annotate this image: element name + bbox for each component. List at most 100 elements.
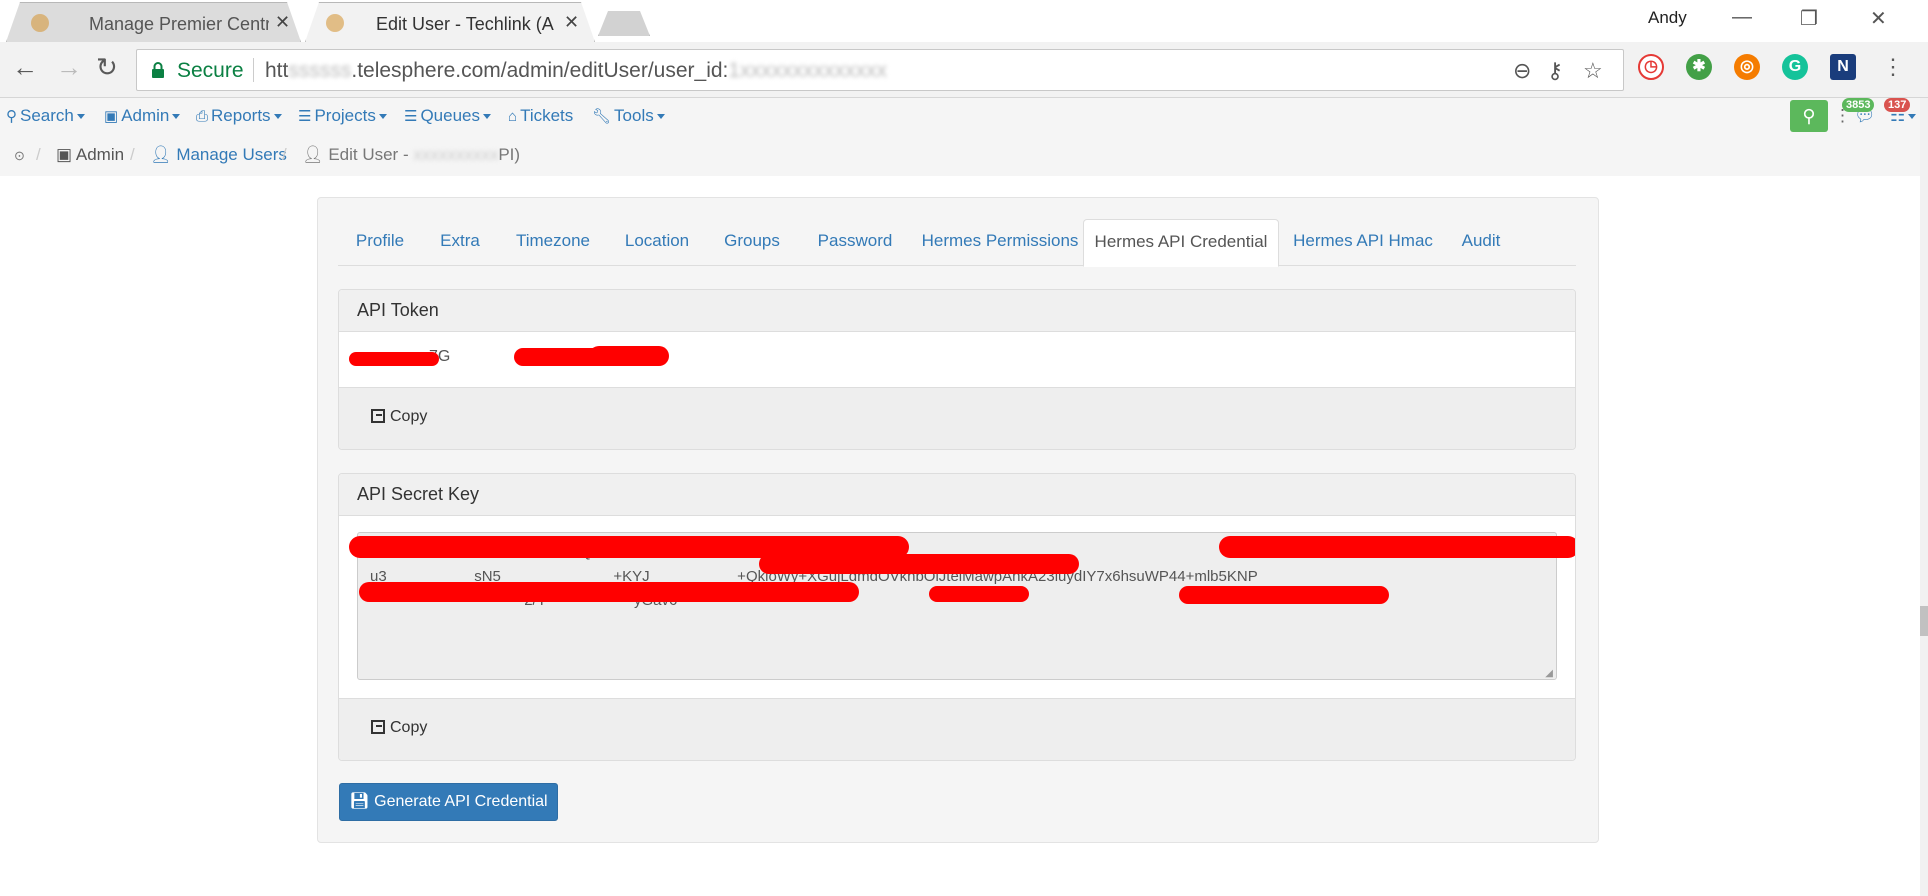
- url-redacted: 1xxxxxxxxxxxxxx: [728, 59, 888, 82]
- breadcrumb-label: Admin: [75, 145, 125, 164]
- minimize-icon[interactable]: —: [1732, 6, 1752, 29]
- tab-profile[interactable]: Profile: [338, 219, 422, 266]
- close-window-icon[interactable]: ✕: [1870, 6, 1887, 31]
- copy-icon: [371, 720, 385, 734]
- page-scrollbar[interactable]: [1920, 98, 1928, 896]
- browser-tab-edit-user[interactable]: Edit User - Techlink (A ✕: [305, 2, 595, 42]
- caret-down-icon: [378, 114, 387, 120]
- redaction-mark: [1219, 536, 1575, 558]
- nav-label: Tickets: [520, 106, 574, 125]
- caret-down-icon: [656, 114, 665, 120]
- list-icon: ☰: [404, 108, 418, 125]
- nav-label: Queues: [420, 106, 480, 125]
- caret-down-icon: [273, 114, 282, 120]
- caret-down-icon: [483, 114, 491, 120]
- resize-grip-icon[interactable]: ◢: [1545, 668, 1553, 679]
- print-icon: ⎙: [196, 108, 209, 125]
- tab-title: Edit User - Techlink (A: [376, 14, 554, 34]
- tab-hermes-permissions[interactable]: Hermes Permissions: [912, 219, 1088, 266]
- nav-label: Search: [20, 106, 74, 125]
- api-token-panel: API Token 7G Copy: [338, 289, 1576, 450]
- breadcrumb-manage-users[interactable]: 👤︎ Manage Users: [150, 145, 287, 165]
- tab-extra[interactable]: Extra: [422, 219, 498, 266]
- home-icon[interactable]: ⊙: [14, 148, 25, 164]
- breadcrumb-separator: /: [36, 145, 41, 164]
- search-icon: ⚲: [6, 108, 17, 125]
- copy-token-button[interactable]: Copy: [371, 408, 427, 426]
- browser-toolbar: ← → ↻ Secure httssssss.telesphere.com/ad…: [0, 42, 1928, 98]
- generate-api-credential-button[interactable]: 💾︎ Generate API Credential: [339, 783, 558, 821]
- favicon-icon: [326, 14, 344, 32]
- tab-groups[interactable]: Groups: [706, 219, 798, 266]
- menu-kebab-icon[interactable]: ⋮: [1882, 54, 1904, 80]
- button-label: Generate API Credential: [374, 793, 548, 810]
- zoom-icon[interactable]: ⊖: [1513, 58, 1531, 84]
- global-search-button[interactable]: ⚲: [1790, 100, 1828, 132]
- redaction-mark: [1179, 586, 1389, 604]
- breadcrumb-separator: /: [130, 145, 135, 164]
- key-icon[interactable]: ⚷: [1547, 58, 1563, 84]
- nav-admin[interactable]: ▣ Admin: [104, 106, 181, 126]
- url-text[interactable]: httssssss.telesphere.com/admin/editUser/…: [265, 59, 887, 83]
- address-bar[interactable]: Secure httssssss.telesphere.com/admin/ed…: [136, 49, 1624, 91]
- redaction-mark: [589, 346, 669, 366]
- redaction-mark: [349, 352, 439, 366]
- api-secret-heading: API Secret Key: [339, 474, 1575, 516]
- nav-tools[interactable]: 🔧︎ Tools: [592, 106, 665, 126]
- tab-location[interactable]: Location: [608, 219, 706, 266]
- user-tabs: Profile Extra Timezone Location Groups P…: [338, 219, 1576, 267]
- tab-hermes-api-hmac[interactable]: Hermes API Hmac: [1279, 219, 1447, 266]
- browser-profile-name[interactable]: Andy: [1648, 8, 1687, 28]
- tag-icon: ⌂: [508, 108, 518, 125]
- api-secret-panel: API Secret Key R bs60Q/U TixCSNc u3 sN5 …: [338, 473, 1576, 761]
- breadcrumb-label: Manage Users: [176, 145, 287, 164]
- list-alt-icon: ☰: [298, 108, 312, 125]
- tab-password[interactable]: Password: [798, 219, 912, 266]
- favicon-icon: [31, 14, 49, 32]
- copy-label: Copy: [390, 719, 428, 736]
- nav-label: Admin: [121, 106, 170, 125]
- breadcrumb: ⊙ / ▣ Admin / 👤︎ Manage Users / 👤︎ Edit …: [0, 136, 1920, 176]
- nav-tickets[interactable]: ⌂ Tickets: [508, 106, 573, 126]
- save-icon: 💾︎: [349, 793, 375, 810]
- clock-icon[interactable]: ◷: [1638, 54, 1664, 80]
- tab-hermes-api-credential[interactable]: Hermes API Credential: [1083, 219, 1279, 267]
- nav-label: Projects: [314, 106, 376, 125]
- close-tab-icon[interactable]: ✕: [564, 12, 579, 33]
- new-tab-button[interactable]: [598, 11, 650, 36]
- n-icon[interactable]: N: [1830, 54, 1856, 80]
- nav-search[interactable]: ⚲ Search: [6, 106, 85, 126]
- api-secret-footer: Copy: [339, 698, 1575, 760]
- star-icon[interactable]: ☆: [1583, 58, 1603, 84]
- breadcrumb-admin[interactable]: ▣ Admin: [56, 145, 124, 165]
- redaction-mark: [929, 586, 1029, 602]
- restore-icon[interactable]: ❐: [1800, 6, 1818, 31]
- copy-secret-button[interactable]: Copy: [371, 719, 427, 737]
- browser-tab-manage-premier[interactable]: Manage Premier Centr ✕: [6, 2, 301, 42]
- lifebuoy-icon[interactable]: ◎: [1734, 54, 1760, 80]
- nav-reports[interactable]: ⎙ Reports: [196, 106, 282, 126]
- api-token-heading: API Token: [339, 290, 1575, 332]
- close-tab-icon[interactable]: ✕: [275, 12, 290, 33]
- lock-icon: [152, 62, 164, 78]
- messages-badge: 3853: [1842, 98, 1875, 112]
- tab-audit[interactable]: Audit: [1447, 219, 1515, 266]
- breadcrumb-edit-user: 👤︎ Edit User - xxxxxxxxxxPI): [302, 145, 520, 165]
- grammarly-icon[interactable]: G: [1782, 54, 1808, 80]
- redaction-mark: [759, 554, 1079, 574]
- reload-icon[interactable]: ↻: [96, 52, 118, 83]
- nav-label: Reports: [211, 106, 271, 125]
- caret-down-icon: [76, 114, 85, 120]
- scrollbar-thumb[interactable]: [1920, 606, 1928, 636]
- copy-label: Copy: [390, 408, 428, 425]
- tab-timezone[interactable]: Timezone: [498, 219, 608, 266]
- back-icon[interactable]: ←: [12, 52, 38, 83]
- user-icon: 👤︎: [150, 145, 177, 164]
- breadcrumb-label: PI): [498, 145, 521, 164]
- forward-icon[interactable]: →: [56, 52, 82, 83]
- nav-queues[interactable]: ☰ Queues: [404, 106, 491, 126]
- archive-icon: ▣: [104, 108, 119, 125]
- gear-icon[interactable]: ✱: [1686, 54, 1712, 80]
- nav-projects[interactable]: ☰ Projects: [298, 106, 387, 126]
- alerts-badge: 137: [1884, 98, 1911, 112]
